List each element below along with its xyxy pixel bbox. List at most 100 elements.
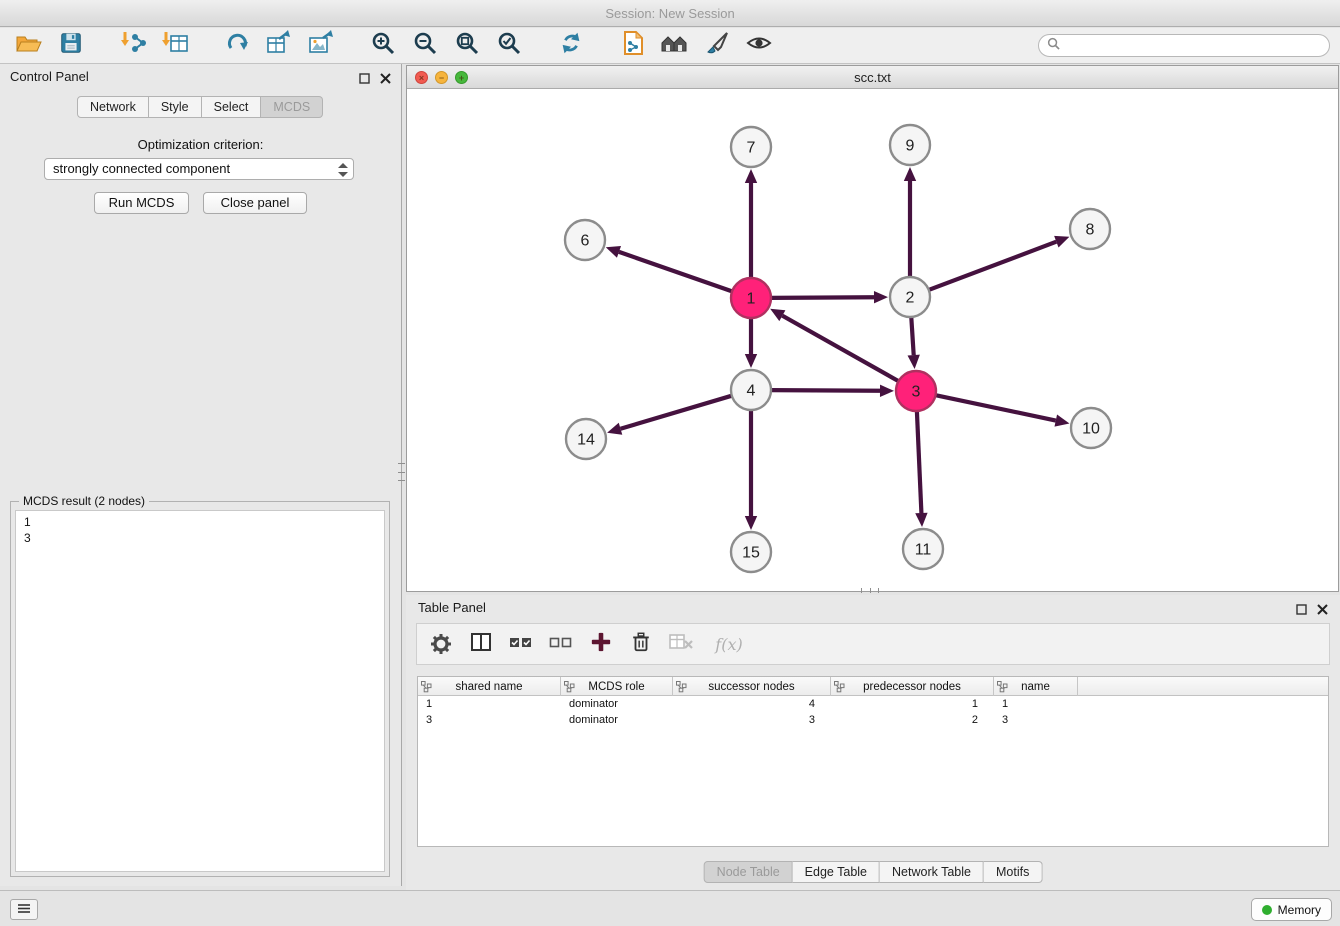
deselect-all-button[interactable]: [549, 632, 573, 656]
tab-motifs[interactable]: Motifs: [984, 861, 1042, 883]
table-header-row: shared nameMCDS rolesuccessor nodes prede…: [418, 677, 1328, 696]
status-menu-button[interactable]: [10, 899, 38, 920]
column-header-successor-nodes[interactable]: successor nodes: [673, 677, 831, 696]
select-all-button[interactable]: [509, 632, 533, 656]
table-cell[interactable]: dominator: [561, 696, 673, 712]
mcds-result-item[interactable]: 3: [24, 530, 376, 546]
graph-edge-3-11[interactable]: [917, 411, 922, 513]
graph-node-label: 11: [915, 542, 932, 559]
delete-table-button[interactable]: [669, 632, 693, 656]
memory-button[interactable]: Memory: [1251, 898, 1332, 921]
graph-edge-2-8[interactable]: [929, 242, 1057, 290]
control-panel-tabs: NetworkStyleSelectMCDS: [77, 96, 323, 118]
function-builder-button[interactable]: f(x): [709, 632, 749, 656]
tab-style[interactable]: Style: [149, 96, 202, 118]
column-header-mcds-role[interactable]: MCDS role: [561, 677, 673, 696]
graph-edge-arrowhead: [745, 516, 757, 530]
table-cell[interactable]: dominator: [561, 712, 673, 728]
maximize-window-icon[interactable]: +: [455, 71, 468, 84]
table-cell[interactable]: 3: [418, 712, 561, 728]
float-panel-icon[interactable]: [359, 71, 370, 89]
table-cell[interactable]: 1: [994, 696, 1078, 712]
import-table-button[interactable]: [159, 31, 191, 61]
close-panel-icon[interactable]: [380, 71, 391, 89]
zoom-selected-button[interactable]: [493, 31, 525, 61]
graph-edge-4-3[interactable]: [771, 390, 880, 391]
minimize-window-icon[interactable]: −: [435, 71, 448, 84]
graph-edge-3-10[interactable]: [936, 395, 1056, 420]
table-cell[interactable]: 1: [831, 696, 994, 712]
tab-network[interactable]: Network: [77, 96, 149, 118]
table-cell[interactable]: 3: [994, 712, 1078, 728]
graph-edge-3-1[interactable]: [782, 316, 898, 382]
zoom-out-button[interactable]: [409, 31, 441, 61]
column-attribute-icon: [421, 681, 432, 696]
open-session-button[interactable]: [13, 31, 45, 61]
column-header-predecessor-nodes[interactable]: predecessor nodes: [831, 677, 994, 696]
refresh-view-button[interactable]: [555, 31, 587, 61]
run-mcds-button[interactable]: Run MCDS: [94, 192, 189, 214]
zoom-in-button[interactable]: [367, 31, 399, 61]
save-session-button[interactable]: [55, 31, 87, 61]
network-window-titlebar[interactable]: × − + scc.txt: [407, 66, 1338, 89]
graph-edge-1-2[interactable]: [771, 297, 874, 298]
mcds-result-title: MCDS result (2 nodes): [19, 494, 149, 508]
table-cell[interactable]: 2: [831, 712, 994, 728]
delete-column-button[interactable]: [629, 632, 653, 656]
close-table-panel-icon[interactable]: [1317, 602, 1328, 620]
column-header-filler: [1078, 677, 1328, 696]
column-header-name[interactable]: name: [994, 677, 1078, 696]
search-box[interactable]: [1038, 34, 1330, 57]
export-network-button[interactable]: [221, 31, 253, 61]
table-cell[interactable]: 1: [418, 696, 561, 712]
table-settings-button[interactable]: [429, 632, 453, 656]
optimization-criterion-dropdown[interactable]: strongly connected component: [44, 158, 354, 180]
export-image-button[interactable]: [305, 31, 337, 61]
show-hide-button[interactable]: [743, 31, 775, 61]
column-attribute-icon: [834, 681, 845, 696]
tab-edge-table[interactable]: Edge Table: [793, 861, 880, 883]
graph-node-label: 10: [1082, 421, 1100, 438]
network-home-button[interactable]: [659, 31, 691, 61]
export-table-button[interactable]: [263, 31, 295, 61]
graph-edge-1-6[interactable]: [619, 252, 732, 292]
node-table: shared nameMCDS rolesuccessor nodes prede…: [417, 676, 1329, 847]
table-row[interactable]: 1dominator411: [418, 696, 1328, 712]
column-header-shared-name[interactable]: shared name: [418, 677, 561, 696]
network-canvas[interactable]: 7968124314101511: [407, 89, 1338, 592]
close-window-icon[interactable]: ×: [415, 71, 428, 84]
close-panel-button[interactable]: Close panel: [203, 192, 307, 214]
table-cell[interactable]: 3: [673, 712, 831, 728]
graph-node-label: 7: [747, 140, 756, 157]
column-attribute-icon: [997, 681, 1008, 696]
table-cell[interactable]: 4: [673, 696, 831, 712]
application-window: Session: New Session: [0, 0, 1340, 926]
graph-edge-4-14[interactable]: [621, 396, 732, 429]
tab-mcds[interactable]: MCDS: [261, 96, 323, 118]
style-brush-button[interactable]: [701, 31, 733, 61]
apply-layout-button[interactable]: [617, 31, 649, 61]
add-column-button[interactable]: [589, 632, 613, 656]
mcds-result-list[interactable]: 13: [15, 510, 385, 872]
tab-node-table[interactable]: Node Table: [704, 861, 793, 883]
mcds-result-item[interactable]: 1: [24, 514, 376, 530]
window-titlebar[interactable]: Session: New Session: [0, 0, 1340, 27]
show-columns-button[interactable]: [469, 632, 493, 656]
zoom-fit-button[interactable]: [451, 31, 483, 61]
hamburger-icon: [17, 901, 31, 919]
tab-network-table[interactable]: Network Table: [880, 861, 984, 883]
column-header-label: name: [1021, 681, 1050, 693]
open-folder-icon: [15, 29, 43, 62]
vertical-splitter-handle[interactable]: [398, 463, 405, 481]
column-header-label: predecessor nodes: [863, 681, 961, 693]
graph-edge-arrowhead: [908, 355, 920, 369]
horizontal-splitter-handle[interactable]: [861, 588, 879, 593]
graph-edge-2-3[interactable]: [911, 317, 913, 355]
tab-select[interactable]: Select: [202, 96, 262, 118]
graph-node-label: 3: [912, 384, 921, 401]
refresh-icon: [558, 30, 584, 61]
import-network-button[interactable]: [117, 31, 149, 61]
table-row[interactable]: 3dominator323: [418, 712, 1328, 728]
float-table-panel-icon[interactable]: [1296, 602, 1307, 620]
search-input[interactable]: [1065, 39, 1329, 53]
